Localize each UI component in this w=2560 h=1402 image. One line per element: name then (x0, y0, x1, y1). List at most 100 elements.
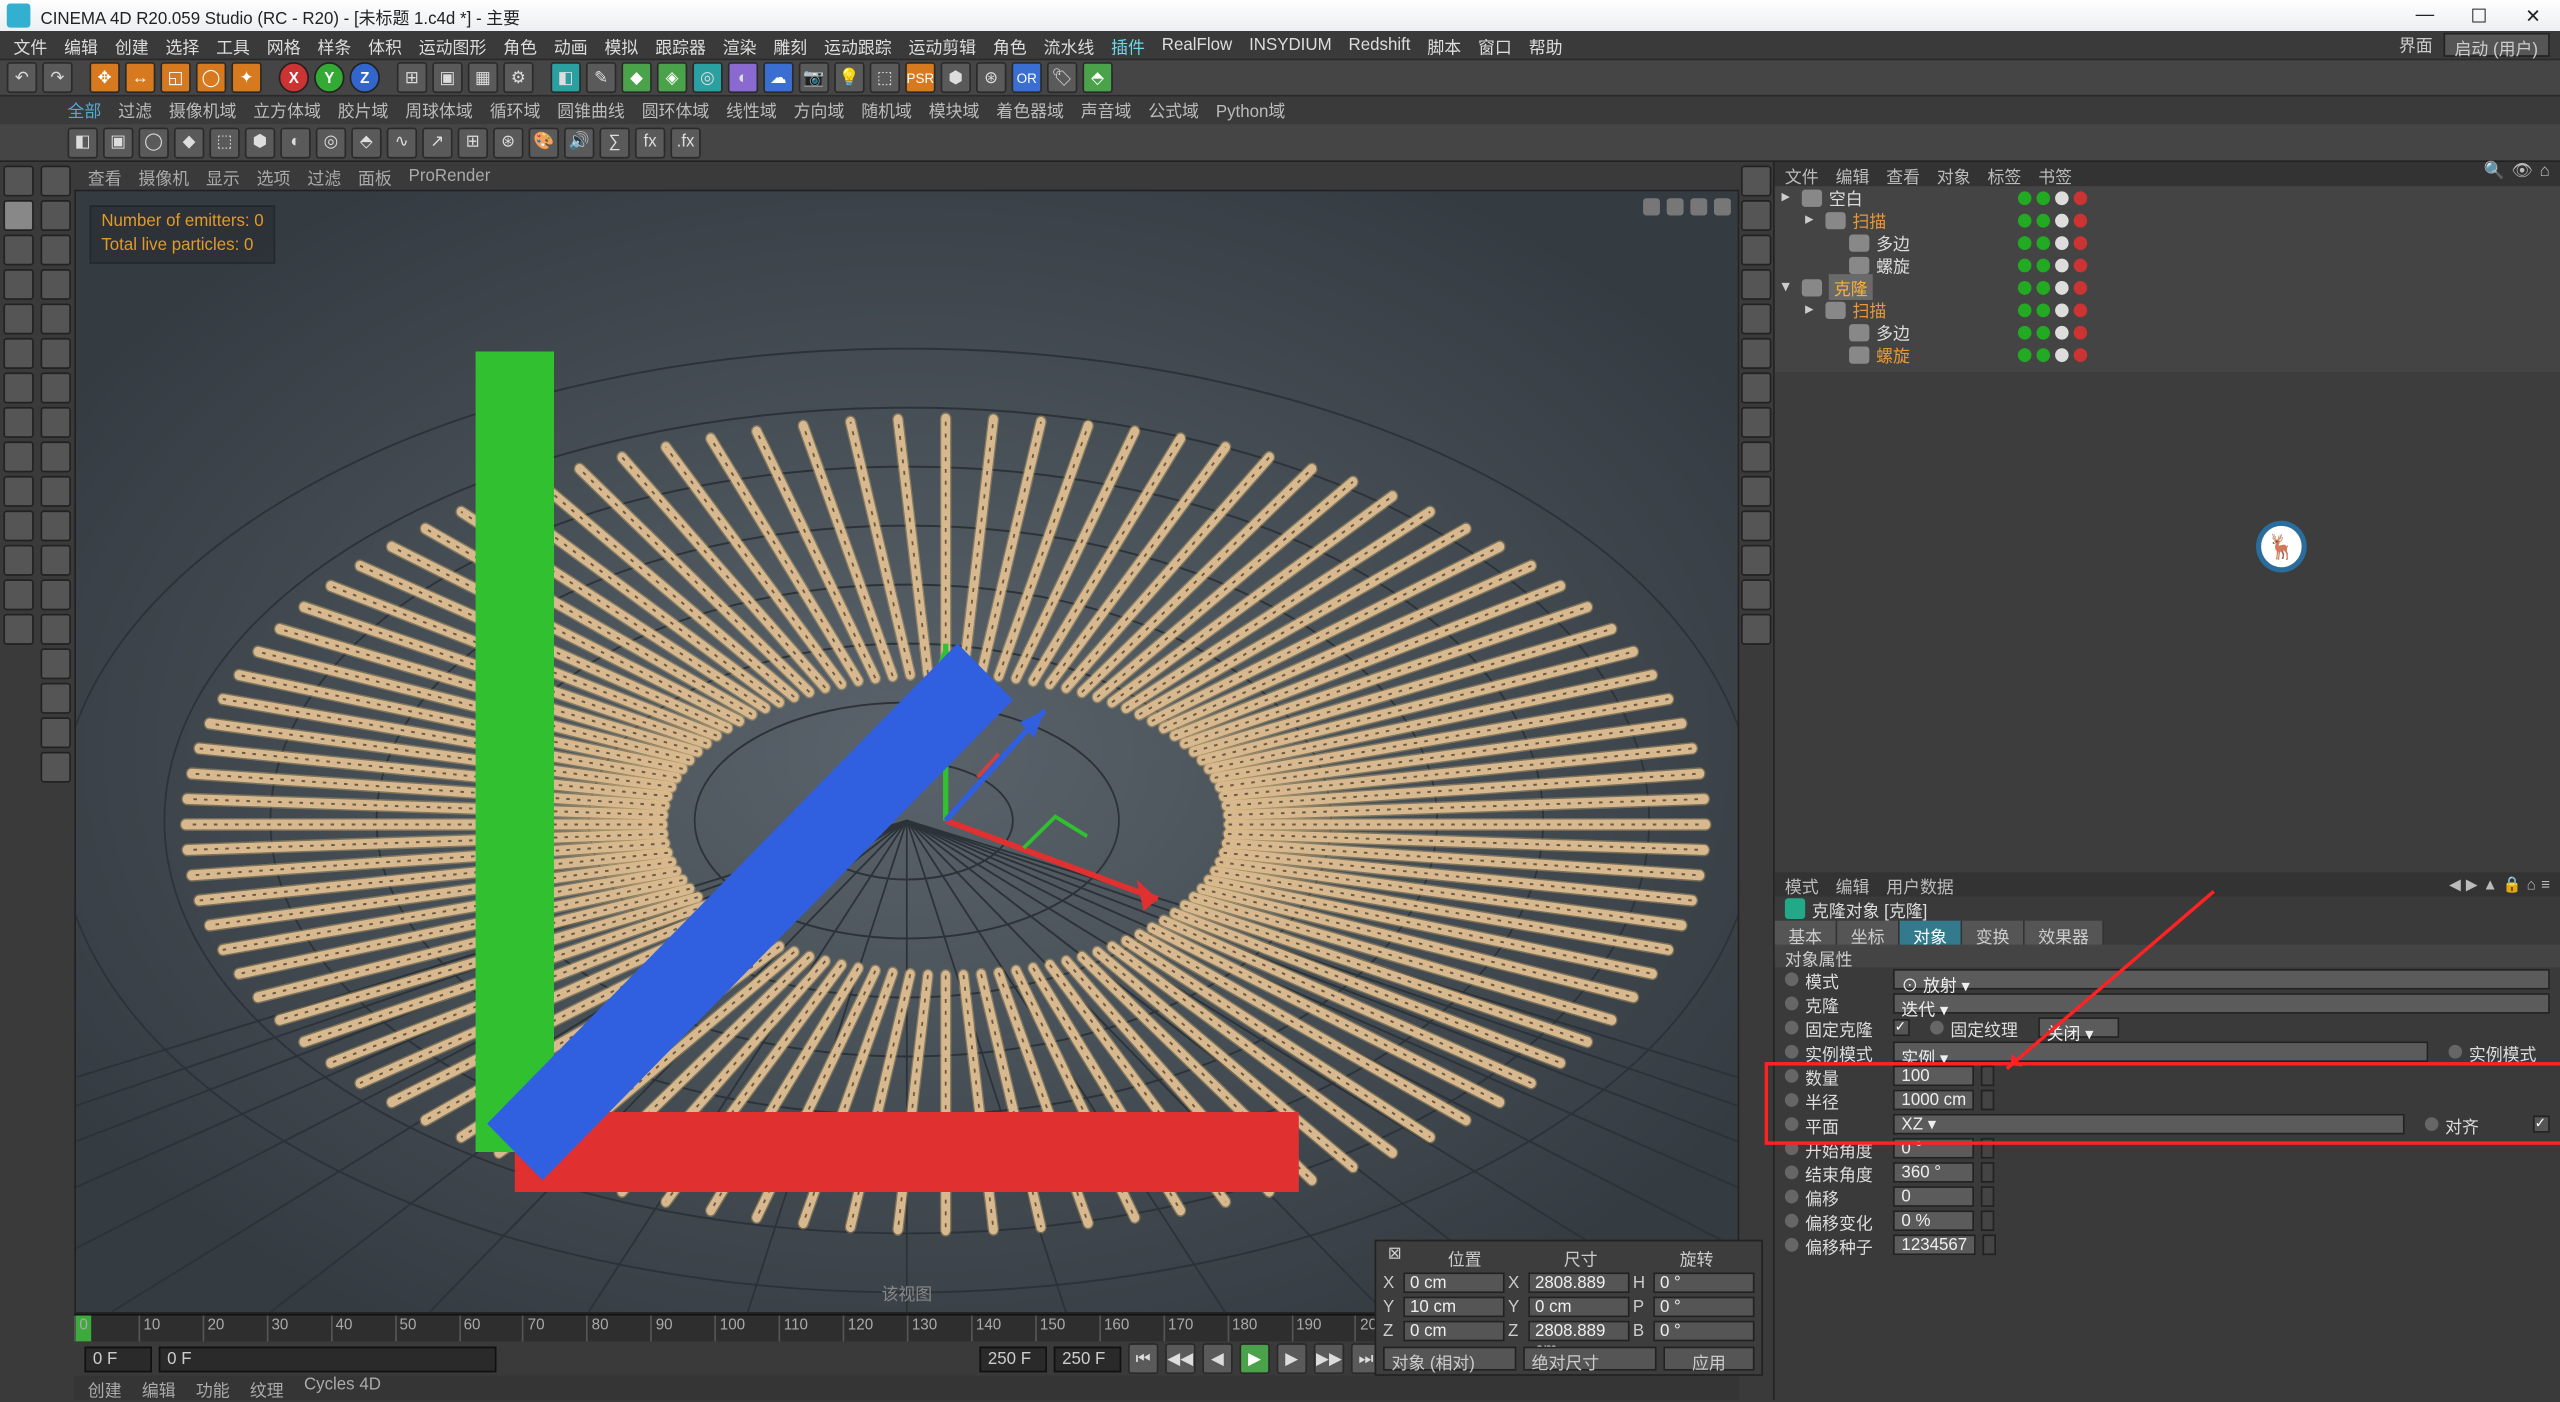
objtab-文件[interactable]: 文件 (1785, 162, 1819, 186)
field-icon-15[interactable]: ∑ (599, 127, 629, 158)
layout-dropdown[interactable]: 启动 (用户) (2443, 32, 2550, 56)
attrhdr-编辑[interactable]: 编辑 (1836, 872, 1870, 898)
window-close-button[interactable]: ✕ (2513, 4, 2554, 26)
ltool1-11[interactable] (3, 545, 33, 576)
render-view-button[interactable]: ▣ (432, 62, 462, 93)
objtab-对象[interactable]: 对象 (1937, 162, 1971, 186)
coord-Z-pos[interactable]: 0 cm (1403, 1321, 1504, 1342)
coord-X-pos[interactable]: 0 cm (1403, 1272, 1504, 1293)
next-key-button[interactable]: ▶▶ (1314, 1343, 1344, 1374)
select-tool[interactable]: ✥ (89, 62, 119, 93)
rtool-6[interactable] (1741, 372, 1771, 403)
attr-menu-icon[interactable]: ≡ (2541, 875, 2550, 894)
rtool-11[interactable] (1741, 545, 1771, 576)
btab-功能[interactable]: 功能 (196, 1376, 230, 1400)
coord-space-dropdown[interactable]: 对象 (相对) (1383, 1347, 1516, 1371)
filter-1[interactable]: 过滤 (118, 97, 152, 125)
menu-脚本[interactable]: 脚本 (1427, 32, 1461, 58)
prop-偏移变化-field[interactable]: 0 % (1893, 1210, 1974, 1231)
rtool-0[interactable] (1741, 166, 1771, 197)
filter-3[interactable]: 立方体域 (253, 97, 321, 125)
prop-模式-dropdown[interactable]: ⊙ 放射 ▾ (1893, 969, 2550, 990)
ltool2-7[interactable] (41, 407, 71, 438)
btab-Cycles 4D[interactable]: Cycles 4D (304, 1376, 381, 1400)
coord-X-size[interactable]: 2808.889 cm (1528, 1272, 1629, 1293)
field-icon-12[interactable]: ⊛ (493, 127, 523, 158)
ltool2-16[interactable] (41, 717, 71, 748)
psr-button[interactable]: PSR (905, 62, 935, 93)
ltool1-12[interactable] (3, 579, 33, 610)
end-frame-field-2[interactable]: 250 F (1054, 1346, 1122, 1372)
mograph-button[interactable]: ⊛ (976, 62, 1006, 93)
axis-z-toggle[interactable]: Z (350, 62, 380, 93)
coord-X-rot[interactable]: 0 ° (1653, 1272, 1754, 1293)
om-eye-icon[interactable]: 👁 (2511, 162, 2532, 186)
menu-角色[interactable]: 角色 (993, 32, 1027, 58)
menu-模拟[interactable]: 模拟 (605, 32, 639, 58)
rtool-4[interactable] (1741, 303, 1771, 334)
ltool2-17[interactable] (41, 752, 71, 783)
filter-6[interactable]: 循环域 (490, 97, 541, 125)
btab-纹理[interactable]: 纹理 (250, 1376, 284, 1400)
prop-平面-dropdown[interactable]: XZ ▾ (1893, 1114, 2405, 1135)
rtool-8[interactable] (1741, 441, 1771, 472)
coord-Y-size[interactable]: 0 cm (1528, 1297, 1629, 1318)
prop-克隆-dropdown[interactable]: 迭代 ▾ (1893, 993, 2550, 1014)
render-settings-button[interactable]: ⚙ (503, 62, 533, 93)
ltool2-8[interactable] (41, 441, 71, 472)
ltool2-12[interactable] (41, 579, 71, 610)
rtool-3[interactable] (1741, 269, 1771, 300)
ltool1-1[interactable] (3, 200, 33, 231)
menu-运动剪辑[interactable]: 运动剪辑 (908, 32, 976, 58)
prop-偏移种子-spinner[interactable] (1982, 1234, 1996, 1255)
prop-半径-spinner[interactable] (1981, 1090, 1995, 1111)
menu-运动跟踪[interactable]: 运动跟踪 (824, 32, 892, 58)
subdivision-button[interactable]: ◈ (657, 62, 687, 93)
prop-半径-field[interactable]: 1000 cm (1893, 1090, 1975, 1111)
rtool-1[interactable] (1741, 200, 1771, 231)
prop-偏移-spinner[interactable] (1981, 1186, 1995, 1207)
field-icon-17[interactable]: .fx (670, 127, 700, 158)
objtab-标签[interactable]: 标签 (1988, 162, 2022, 186)
goto-start-button[interactable]: ⏮ (1128, 1343, 1158, 1374)
ltool1-7[interactable] (3, 407, 33, 438)
coord-Y-pos[interactable]: 10 cm (1403, 1297, 1504, 1318)
menu-选择[interactable]: 选择 (165, 32, 199, 58)
vpmenu-ProRender[interactable]: ProRender (409, 166, 491, 185)
field-icon-2[interactable]: ◯ (138, 127, 168, 158)
menu-网格[interactable]: 网格 (267, 32, 301, 58)
field-icon-6[interactable]: ◐ (280, 127, 310, 158)
rtool-2[interactable] (1741, 234, 1771, 265)
field-icon-16[interactable]: fx (635, 127, 665, 158)
field-icon-8[interactable]: ⬘ (351, 127, 381, 158)
attrtab-坐标[interactable]: 坐标 (1837, 921, 1899, 945)
coord-Y-rot[interactable]: 0 ° (1653, 1297, 1754, 1318)
menu-窗口[interactable]: 窗口 (1478, 32, 1512, 58)
menu-工具[interactable]: 工具 (216, 32, 250, 58)
attr-lock-icon[interactable]: 🔒 (2503, 875, 2522, 894)
prop-偏移变化-spinner[interactable] (1981, 1210, 1995, 1231)
prop-实例模式-dropdown[interactable]: 实例 ▾ (1893, 1041, 2428, 1062)
menu-文件[interactable]: 文件 (14, 32, 48, 58)
camera-button[interactable]: 📷 (799, 62, 829, 93)
tree-row-克隆[interactable]: ▾克隆 (1775, 276, 2560, 298)
field-icon-1[interactable]: ▣ (103, 127, 133, 158)
object-manager-tree[interactable]: ▸空白▸扫描多边螺旋▾克隆▸扫描多边螺旋 (1775, 186, 2560, 372)
menu-动画[interactable]: 动画 (554, 32, 588, 58)
menu-角色[interactable]: 角色 (503, 32, 537, 58)
prop-开始角度-field[interactable]: 0 ° (1893, 1138, 1974, 1159)
rtool-10[interactable] (1741, 510, 1771, 541)
attrhdr-模式[interactable]: 模式 (1785, 872, 1819, 898)
menu-帮助[interactable]: 帮助 (1529, 32, 1563, 58)
environment-button[interactable]: ☁ (763, 62, 793, 93)
menu-Redshift[interactable]: Redshift (1349, 35, 1411, 54)
ltool2-3[interactable] (41, 269, 71, 300)
menu-渲染[interactable]: 渲染 (723, 32, 757, 58)
vpmenu-过滤[interactable]: 过滤 (307, 163, 341, 189)
rotate-tool[interactable]: ◯ (196, 62, 226, 93)
menu-编辑[interactable]: 编辑 (64, 32, 98, 58)
tree-row-空白[interactable]: ▸空白 (1775, 186, 2560, 208)
ltool1-0[interactable] (3, 166, 33, 197)
menu-INSYDIUM[interactable]: INSYDIUM (1249, 35, 1332, 54)
plugin-button[interactable]: ⬘ (1082, 62, 1112, 93)
